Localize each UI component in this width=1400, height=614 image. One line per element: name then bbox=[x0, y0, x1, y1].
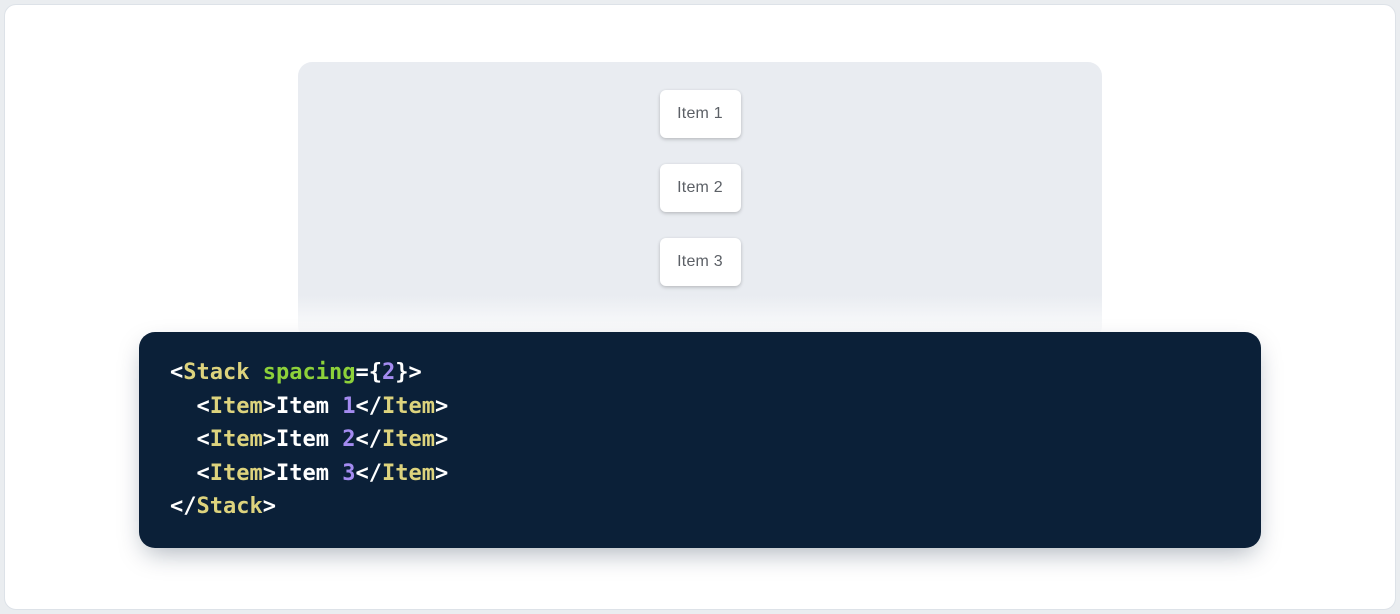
stack-item-label: Item 1 bbox=[677, 105, 723, 123]
stack-item-card: Item 3 bbox=[660, 238, 741, 286]
code-line: </Stack> bbox=[170, 490, 1230, 524]
code-token-tag: Stack bbox=[197, 494, 263, 519]
code-token-plain: Item bbox=[276, 394, 342, 419]
code-token-num: 1 bbox=[342, 394, 355, 419]
code-token-plain: > bbox=[263, 427, 276, 452]
code-token-plain bbox=[249, 360, 262, 385]
stack-item-card: Item 1 bbox=[660, 90, 741, 138]
stack-item-label: Item 3 bbox=[677, 253, 723, 271]
code-block: <Stack spacing={2}> <Item>Item 1</Item> … bbox=[139, 332, 1261, 548]
code-token-tag: Item bbox=[210, 427, 263, 452]
code-line: <Item>Item 3</Item> bbox=[170, 457, 1230, 491]
code-token-plain: > bbox=[263, 494, 276, 519]
code-token-tag: Stack bbox=[183, 360, 249, 385]
code-token-plain: > bbox=[263, 461, 276, 486]
code-token-tag: Item bbox=[210, 461, 263, 486]
code-token-plain: < bbox=[170, 461, 210, 486]
code-line: <Item>Item 2</Item> bbox=[170, 423, 1230, 457]
stack-container: Item 1 Item 2 Item 3 bbox=[660, 90, 741, 286]
code-token-plain: </ bbox=[355, 394, 382, 419]
code-token-tag: Item bbox=[382, 394, 435, 419]
code-token-plain: > bbox=[435, 461, 448, 486]
code-token-plain: </ bbox=[170, 494, 197, 519]
code-token-plain: > bbox=[263, 394, 276, 419]
code-token-attr: spacing bbox=[263, 360, 356, 385]
code-line: <Stack spacing={2}> bbox=[170, 356, 1230, 390]
stack-item-card: Item 2 bbox=[660, 164, 741, 212]
code-token-plain: Item bbox=[276, 461, 342, 486]
code-token-plain: </ bbox=[355, 461, 382, 486]
code-token-plain: ={ bbox=[355, 360, 382, 385]
code-token-plain: </ bbox=[355, 427, 382, 452]
code-token-plain: < bbox=[170, 427, 210, 452]
stage: Item 1 Item 2 Item 3 <Stack spacing={2}>… bbox=[0, 0, 1400, 614]
code-token-tag: Item bbox=[210, 394, 263, 419]
code-token-tag: Item bbox=[382, 427, 435, 452]
code-token-plain: }> bbox=[395, 360, 422, 385]
code-token-plain: < bbox=[170, 360, 183, 385]
code-token-plain: > bbox=[435, 427, 448, 452]
code-token-plain: < bbox=[170, 394, 210, 419]
code-token-num: 2 bbox=[342, 427, 355, 452]
code-token-plain: Item bbox=[276, 427, 342, 452]
code-token-tag: Item bbox=[382, 461, 435, 486]
stack-item-label: Item 2 bbox=[677, 179, 723, 197]
code-line: <Item>Item 1</Item> bbox=[170, 390, 1230, 424]
code-token-num: 2 bbox=[382, 360, 395, 385]
code-token-num: 3 bbox=[342, 461, 355, 486]
code-token-plain: > bbox=[435, 394, 448, 419]
stack-demo-panel: Item 1 Item 2 Item 3 bbox=[298, 62, 1102, 340]
